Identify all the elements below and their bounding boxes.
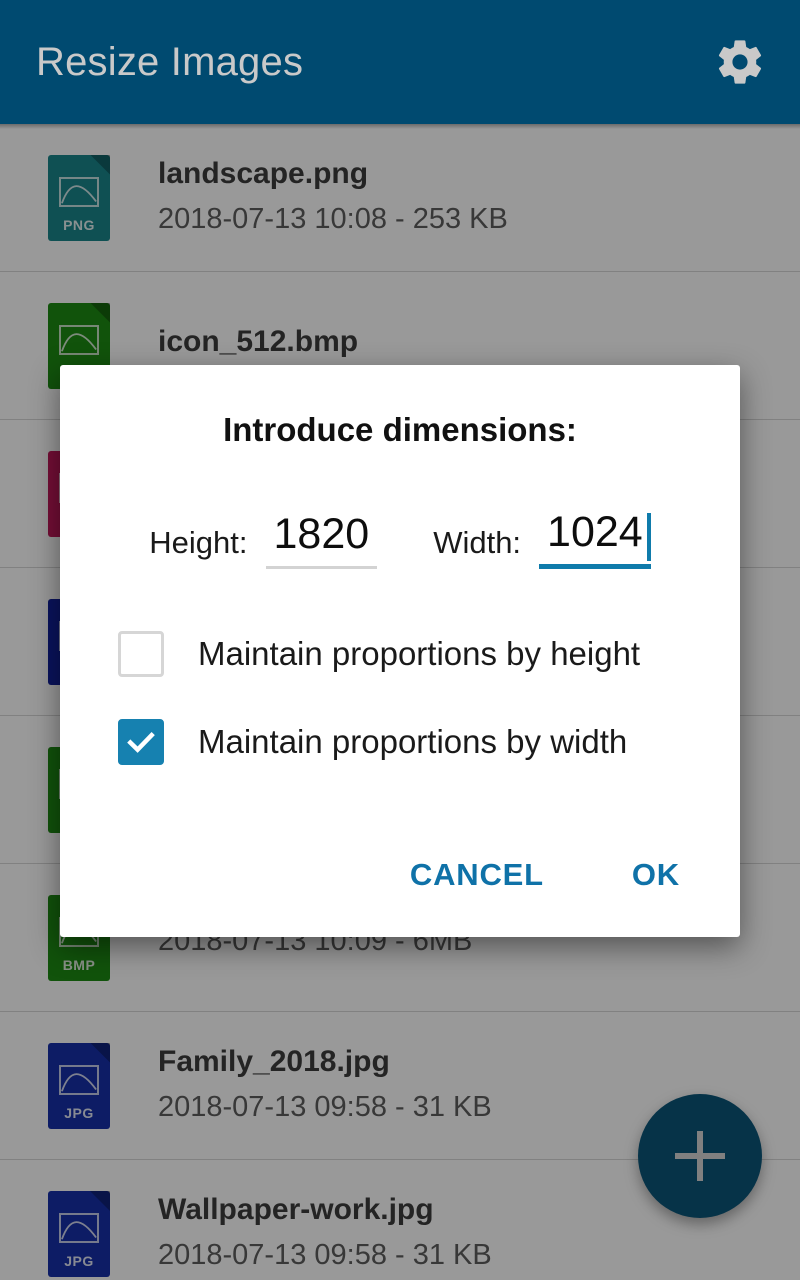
proportion-checkboxes: Maintain proportions by height Maintain … <box>60 623 740 773</box>
dimension-fields: Height: 1820 Width: 1024 <box>60 511 740 569</box>
cancel-button[interactable]: CANCEL <box>392 847 562 903</box>
height-underline <box>265 566 378 569</box>
checkbox-checked-icon[interactable] <box>118 719 164 765</box>
resize-dimensions-dialog: Introduce dimensions: Height: 1820 Width… <box>60 365 740 937</box>
text-cursor <box>646 513 651 561</box>
height-input-box[interactable]: 1820 <box>265 513 378 569</box>
app-root: PNG landscape.png 2018-07-13 10:08 - 253 K… <box>0 0 800 1280</box>
checkbox-label-height: Maintain proportions by height <box>198 635 641 672</box>
checkbox-label-width: Maintain proportions by width <box>198 723 628 760</box>
width-input[interactable]: 1024 <box>539 511 651 564</box>
ok-button[interactable]: OK <box>614 847 698 903</box>
settings-button[interactable] <box>714 36 766 88</box>
checkbox-unchecked-icon[interactable] <box>118 631 164 677</box>
width-input-box[interactable]: 1024 <box>539 511 651 569</box>
width-underline <box>539 564 651 569</box>
dialog-title: Introduce dimensions: <box>223 411 577 448</box>
checkbox-row-maintain-by-width[interactable]: Maintain proportions by width <box>118 711 740 773</box>
app-bar-actions <box>714 36 766 88</box>
height-label: Height: <box>149 525 248 560</box>
dialog-actions: CANCEL OK <box>60 847 740 903</box>
checkbox-row-maintain-by-height[interactable]: Maintain proportions by height <box>118 623 740 685</box>
check-icon <box>127 731 155 753</box>
width-label: Width: <box>433 525 522 560</box>
width-field-group: Width: 1024 <box>433 511 651 569</box>
height-field-group: Height: 1820 <box>149 513 378 569</box>
page-title: Resize Images <box>36 39 304 84</box>
gear-icon <box>718 40 762 84</box>
app-bar: Resize Images <box>0 0 800 124</box>
app-bar-shadow <box>0 124 800 129</box>
height-input[interactable]: 1820 <box>266 513 378 566</box>
